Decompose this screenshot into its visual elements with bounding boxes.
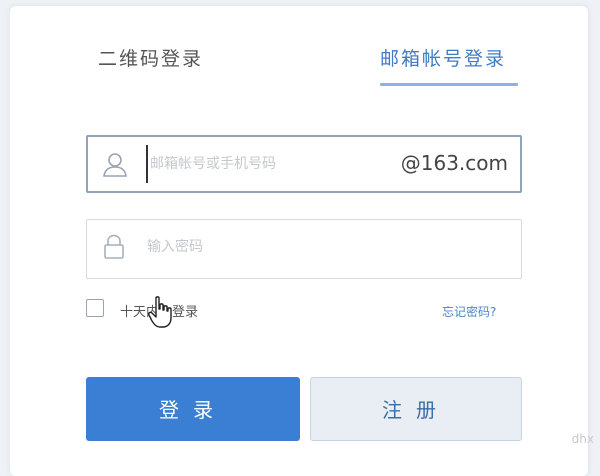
forgot-password-link[interactable]: 忘记密码? [442,303,496,320]
email-domain-suffix: @163.com [401,151,508,175]
remember-checkbox[interactable] [86,299,104,317]
tab-email-login[interactable]: 邮箱帐号登录 [380,44,506,71]
account-field[interactable]: @163.com [86,135,522,193]
login-card: 二维码登录 邮箱帐号登录 @163.com 十天内免登录 忘记密码? 登录 注册 [10,6,588,476]
register-button[interactable]: 注册 [310,377,522,441]
user-icon [100,149,130,179]
watermark: dhx [572,432,594,446]
account-input[interactable] [146,145,410,183]
login-button[interactable]: 登录 [86,377,300,441]
hand-cursor-icon [148,295,174,329]
password-input[interactable] [145,228,407,266]
active-tab-indicator [380,83,518,86]
tab-qr-login[interactable]: 二维码登录 [98,44,203,71]
password-field[interactable] [86,219,522,279]
lock-icon [99,232,129,262]
